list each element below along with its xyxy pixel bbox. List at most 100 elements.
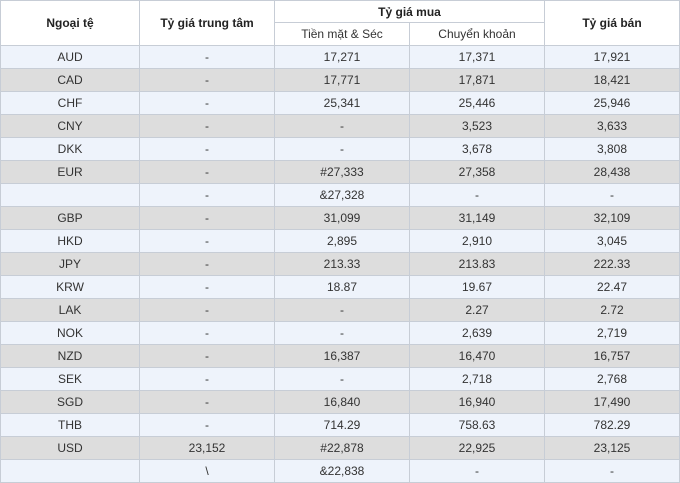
cell-buy-cash: 18.87 (274, 275, 410, 299)
cell-currency (0, 459, 140, 483)
cell-central-rate: - (139, 252, 275, 276)
cell-buy-transfer: 758.63 (409, 413, 545, 437)
cell-central-rate: - (139, 321, 275, 345)
cell-buy-transfer: 22,925 (409, 436, 545, 460)
cell-buy-transfer: 16,470 (409, 344, 545, 368)
cell-buy-cash: #27,333 (274, 160, 410, 184)
cell-buy-transfer: 2,639 (409, 321, 545, 345)
cell-buy-transfer: 19.67 (409, 275, 545, 299)
cell-central-rate: - (139, 160, 275, 184)
cell-buy-cash: 16,387 (274, 344, 410, 368)
table-row: CNY - -3,523 3,633 (0, 114, 680, 138)
cell-central-rate: - (139, 367, 275, 391)
cell-buy-cash: 17,271 (274, 45, 410, 69)
cell-buy-cash: 213.33 (274, 252, 410, 276)
table-body: AUD -17,271 17,371 17,921 CAD -17,771 17,871 18… (0, 45, 680, 483)
cell-currency: GBP (0, 206, 140, 230)
header-currency: Ngoại tệ (0, 0, 140, 46)
cell-sell-rate: 2,768 (544, 367, 680, 391)
cell-currency: LAK (0, 298, 140, 322)
cell-buy-cash: &22,838 (274, 459, 410, 483)
cell-currency: USD (0, 436, 140, 460)
cell-sell-rate: 3,045 (544, 229, 680, 253)
cell-sell-rate: 2,719 (544, 321, 680, 345)
cell-central-rate: - (139, 229, 275, 253)
cell-sell-rate: - (544, 459, 680, 483)
cell-buy-transfer: 213.83 (409, 252, 545, 276)
cell-currency: DKK (0, 137, 140, 161)
cell-currency: AUD (0, 45, 140, 69)
cell-central-rate: - (139, 137, 275, 161)
cell-currency: SEK (0, 367, 140, 391)
table-row: USD 23,152 #22,878 22,925 23,125 (0, 436, 680, 460)
cell-central-rate: - (139, 298, 275, 322)
cell-central-rate: - (139, 413, 275, 437)
table-row: LAK - -2.27 2.72 (0, 298, 680, 322)
cell-buy-transfer: 16,940 (409, 390, 545, 414)
cell-currency: CAD (0, 68, 140, 92)
cell-buy-transfer: 2,910 (409, 229, 545, 253)
cell-currency: NZD (0, 344, 140, 368)
cell-currency: SGD (0, 390, 140, 414)
cell-currency (0, 183, 140, 207)
cell-buy-cash: 16,840 (274, 390, 410, 414)
cell-central-rate: - (139, 114, 275, 138)
table-row: CHF -25,341 25,446 25,946 (0, 91, 680, 115)
table-row: SGD -16,840 16,940 17,490 (0, 390, 680, 414)
table-row: NOK - -2,639 2,719 (0, 321, 680, 345)
cell-central-rate: - (139, 183, 275, 207)
cell-buy-cash: 17,771 (274, 68, 410, 92)
cell-sell-rate: 22.47 (544, 275, 680, 299)
table-row: KRW -18.87 19.67 22.47 (0, 275, 680, 299)
cell-central-rate: - (139, 68, 275, 92)
table-row: DKK - -3,678 3,808 (0, 137, 680, 161)
header-buy-rate: Tỷ giá mua (274, 0, 545, 23)
cell-currency: THB (0, 413, 140, 437)
cell-central-rate: \ (139, 459, 275, 483)
cell-currency: HKD (0, 229, 140, 253)
cell-sell-rate: 16,757 (544, 344, 680, 368)
cell-sell-rate: 32,109 (544, 206, 680, 230)
table-row: EUR - #27,333 27,358 28,438 (0, 160, 680, 184)
cell-sell-rate: 18,421 (544, 68, 680, 92)
cell-buy-transfer: 2,718 (409, 367, 545, 391)
table-row: GBP -31,099 31,149 32,109 (0, 206, 680, 230)
cell-buy-transfer: 27,358 (409, 160, 545, 184)
cell-sell-rate: 23,125 (544, 436, 680, 460)
table-row: CAD -17,771 17,871 18,421 (0, 68, 680, 92)
cell-currency: CHF (0, 91, 140, 115)
cell-sell-rate: 2.72 (544, 298, 680, 322)
cell-sell-rate: 782.29 (544, 413, 680, 437)
cell-buy-transfer: 2.27 (409, 298, 545, 322)
cell-sell-rate: 3,633 (544, 114, 680, 138)
header-central-rate: Tỷ giá trung tâm (139, 0, 275, 46)
cell-buy-transfer: 25,446 (409, 91, 545, 115)
cell-buy-cash: &27,328 (274, 183, 410, 207)
cell-currency: JPY (0, 252, 140, 276)
cell-buy-cash: - (274, 367, 410, 391)
cell-buy-cash: - (274, 298, 410, 322)
cell-buy-cash: 714.29 (274, 413, 410, 437)
cell-central-rate: - (139, 45, 275, 69)
cell-currency: NOK (0, 321, 140, 345)
cell-buy-cash: 25,341 (274, 91, 410, 115)
cell-sell-rate: 222.33 (544, 252, 680, 276)
cell-buy-cash: - (274, 321, 410, 345)
cell-buy-cash: - (274, 137, 410, 161)
cell-currency: KRW (0, 275, 140, 299)
cell-buy-transfer: 31,149 (409, 206, 545, 230)
cell-central-rate: 23,152 (139, 436, 275, 460)
cell-buy-transfer: 3,523 (409, 114, 545, 138)
cell-buy-transfer: 17,371 (409, 45, 545, 69)
cell-buy-transfer: - (409, 459, 545, 483)
table-row: NZD -16,387 16,470 16,757 (0, 344, 680, 368)
table-row: \ &22,838- - (0, 459, 680, 483)
cell-central-rate: - (139, 344, 275, 368)
cell-sell-rate: - (544, 183, 680, 207)
cell-buy-cash: 31,099 (274, 206, 410, 230)
cell-currency: CNY (0, 114, 140, 138)
cell-buy-transfer: 3,678 (409, 137, 545, 161)
table-row: SEK - -2,718 2,768 (0, 367, 680, 391)
header-buy-cash: Tiền mặt & Séc (274, 22, 410, 46)
cell-buy-transfer: 17,871 (409, 68, 545, 92)
